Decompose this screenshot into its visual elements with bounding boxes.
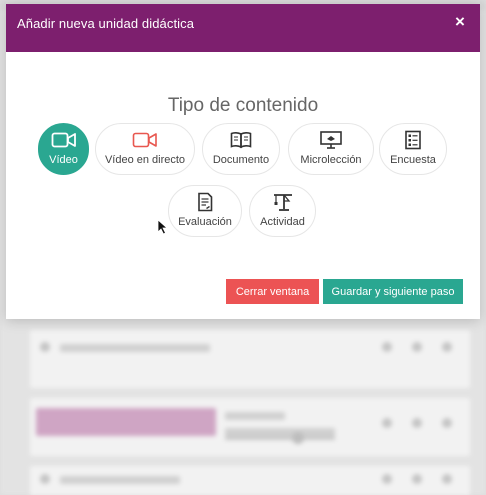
video-camera-icon bbox=[39, 129, 88, 151]
background-action-icon bbox=[382, 474, 392, 484]
live-video-camera-icon bbox=[96, 129, 194, 151]
background-text-line bbox=[225, 428, 335, 436]
content-type-heading: Tipo de contenido bbox=[167, 95, 319, 116]
content-type-document[interactable]: Documento bbox=[202, 123, 280, 175]
background-lesson-card bbox=[30, 330, 470, 388]
checklist-icon bbox=[380, 129, 446, 151]
content-type-label: Microlección bbox=[300, 154, 362, 166]
background-action-icon bbox=[382, 418, 392, 428]
background-item-icon bbox=[40, 342, 50, 352]
content-type-label: Documento bbox=[212, 154, 270, 166]
close-modal-button[interactable]: × bbox=[452, 13, 468, 31]
background-action-icon bbox=[412, 474, 422, 484]
modal-title: Añadir nueva unidad didáctica bbox=[17, 16, 195, 31]
background-action-icon bbox=[442, 474, 452, 484]
content-type-live-video[interactable]: Vídeo en directo bbox=[95, 123, 195, 175]
background-action-icon bbox=[412, 342, 422, 352]
content-type-evaluation[interactable]: Evaluación bbox=[168, 185, 242, 237]
mouse-cursor-icon bbox=[157, 219, 168, 235]
content-type-activity[interactable]: Actividad bbox=[249, 185, 316, 237]
content-type-label: Vídeo en directo bbox=[104, 154, 186, 166]
content-type-label: Evaluación bbox=[178, 216, 232, 228]
background-action-icon bbox=[382, 342, 392, 352]
background-slider-track bbox=[225, 436, 335, 440]
save-and-next-button[interactable]: Guardar y siguiente paso bbox=[323, 279, 463, 304]
exam-document-icon bbox=[169, 191, 241, 213]
crane-icon bbox=[250, 191, 315, 213]
background-item-icon bbox=[40, 474, 50, 484]
background-text-line bbox=[60, 344, 210, 352]
background-text-line bbox=[225, 412, 285, 420]
modal-header: Añadir nueva unidad didáctica × bbox=[6, 4, 480, 52]
background-action-icon bbox=[442, 342, 452, 352]
content-type-video[interactable]: Vídeo bbox=[38, 123, 89, 175]
close-window-button[interactable]: Cerrar ventana bbox=[226, 279, 319, 304]
content-type-microlesson[interactable]: Microlección bbox=[288, 123, 374, 175]
content-type-label: Encuesta bbox=[390, 154, 436, 166]
background-action-icon bbox=[412, 418, 422, 428]
content-type-label: Actividad bbox=[260, 216, 305, 228]
book-icon bbox=[203, 129, 279, 151]
background-lesson-card bbox=[30, 466, 470, 495]
background-highlight-bar bbox=[36, 408, 216, 436]
background-slider-knob bbox=[292, 432, 304, 444]
background-action-icon bbox=[442, 418, 452, 428]
add-unit-modal: Añadir nueva unidad didáctica × Tipo de … bbox=[6, 4, 480, 319]
presentation-screen-icon bbox=[289, 129, 373, 151]
content-type-survey[interactable]: Encuesta bbox=[379, 123, 447, 175]
content-type-label: Vídeo bbox=[49, 154, 78, 166]
background-text-line bbox=[60, 476, 180, 484]
